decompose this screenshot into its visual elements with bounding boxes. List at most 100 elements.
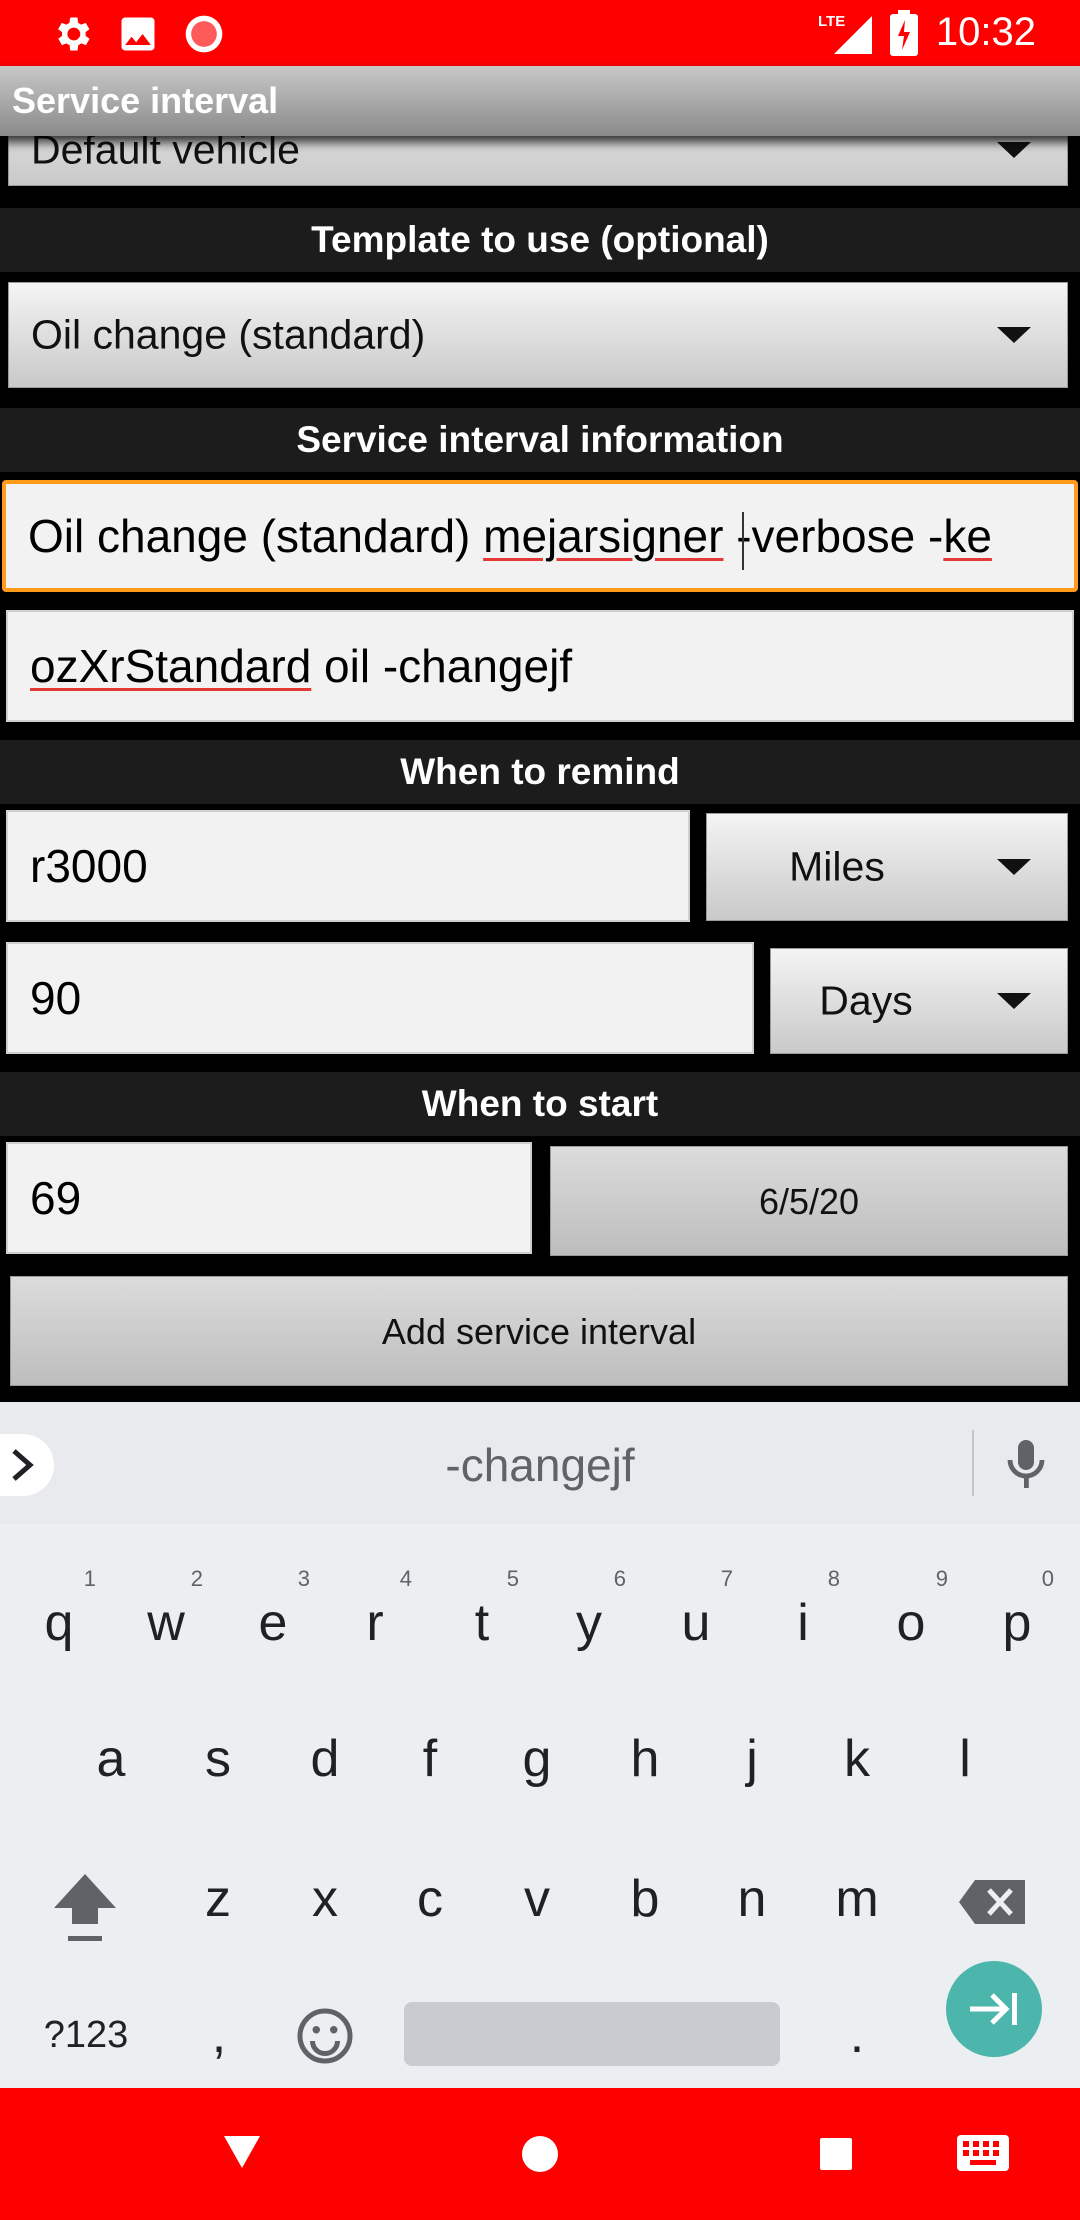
key-z[interactable]: z <box>173 1844 263 1954</box>
key-n[interactable]: n <box>707 1844 797 1954</box>
key-p[interactable]: p0 <box>972 1566 1062 1678</box>
key-label: t <box>474 1594 490 1652</box>
shift-key[interactable] <box>40 1844 130 1954</box>
navigation-bar <box>0 2088 1080 2220</box>
key-h[interactable]: h <box>600 1704 690 1814</box>
time-unit-spinner[interactable]: Days <box>770 948 1068 1054</box>
soft-keyboard: -changejf q1 w2 e3 r4 t5 y6 u7 i8 o9 p0 … <box>0 1402 1080 2088</box>
space-bar[interactable] <box>404 2002 780 2066</box>
app-bar: Service interval <box>0 66 1080 136</box>
form-content[interactable]: Default vehicle Template to use (optiona… <box>0 136 1080 1402</box>
key-hint: 4 <box>399 1566 412 1591</box>
emoji-smiley-icon <box>297 2008 353 2064</box>
suggestion-strip: -changejf <box>0 1402 1080 1524</box>
service-description-text: ozXrStandard oil -changejf <box>30 639 572 693</box>
recents-square-icon[interactable] <box>818 2136 854 2177</box>
key-hint: 6 <box>613 1566 626 1591</box>
key-label: q <box>44 1594 74 1652</box>
microphone-icon[interactable] <box>1002 1436 1050 1497</box>
key-l[interactable]: l <box>920 1704 1010 1814</box>
suggestion-word[interactable]: -changejf <box>0 1438 1080 1492</box>
misspelled-word: ke <box>943 510 992 562</box>
backspace-icon <box>959 1880 1025 1924</box>
emoji-key[interactable] <box>280 1980 370 2090</box>
key-y[interactable]: y6 <box>544 1566 634 1678</box>
key-hint: 3 <box>297 1566 310 1591</box>
key-hint: 9 <box>935 1566 948 1591</box>
enter-key[interactable] <box>946 1961 1042 2057</box>
service-name-part: -verbose - <box>723 510 944 562</box>
template-spinner[interactable]: Oil change (standard) <box>8 282 1068 388</box>
page-title: Service interval <box>12 80 279 121</box>
key-a[interactable]: a <box>66 1704 156 1814</box>
start-date-button[interactable]: 6/5/20 <box>550 1146 1068 1256</box>
image-icon <box>116 12 160 61</box>
start-odometer-input[interactable]: 69 <box>6 1142 532 1254</box>
key-hint: 1 <box>83 1566 96 1591</box>
text-cursor <box>742 512 744 570</box>
chevron-down-icon <box>997 327 1031 343</box>
key-k[interactable]: k <box>812 1704 902 1814</box>
key-v[interactable]: v <box>492 1844 582 1954</box>
key-e[interactable]: e3 <box>228 1566 318 1678</box>
home-circle-icon[interactable] <box>520 2134 560 2179</box>
key-m[interactable]: m <box>812 1844 902 1954</box>
key-hint: 2 <box>190 1566 203 1591</box>
chevron-down-icon <box>997 859 1031 875</box>
svg-text:LTE: LTE <box>818 13 845 30</box>
suggestion-divider <box>972 1430 974 1496</box>
period-key[interactable]: . <box>812 1980 902 2090</box>
key-q[interactable]: q1 <box>14 1566 104 1678</box>
remind-time-input[interactable]: 90 <box>6 942 754 1054</box>
comma-key[interactable]: , <box>174 1980 264 2090</box>
remind-distance-input[interactable]: r3000 <box>6 810 690 922</box>
key-u[interactable]: u7 <box>651 1566 741 1678</box>
key-t[interactable]: t5 <box>437 1566 527 1678</box>
settings-gear-icon <box>50 12 94 61</box>
lte-signal-icon: LTE <box>818 10 872 61</box>
key-c[interactable]: c <box>385 1844 475 1954</box>
vehicle-spinner[interactable]: Default vehicle <box>8 136 1068 186</box>
service-name-text: Oil change (standard) mejarsigner -verbo… <box>28 509 992 563</box>
key-label: o <box>896 1594 926 1652</box>
key-j[interactable]: j <box>707 1704 797 1814</box>
key-g[interactable]: g <box>492 1704 582 1814</box>
key-d[interactable]: d <box>280 1704 370 1814</box>
key-label: p <box>1002 1594 1032 1652</box>
key-hint: 5 <box>506 1566 519 1591</box>
key-s[interactable]: s <box>173 1704 263 1814</box>
service-name-part: Oil change (standard) <box>28 510 484 562</box>
key-label: w <box>147 1594 185 1652</box>
service-description-part: oil -changejf <box>311 640 573 692</box>
vehicle-spinner-value: Default vehicle <box>31 136 300 173</box>
service-description-input[interactable]: ozXrStandard oil -changejf <box>6 610 1074 722</box>
start-section-heading: When to start <box>0 1072 1080 1136</box>
symbols-key[interactable]: ?123 <box>30 1980 142 2090</box>
info-section-heading: Service interval information <box>0 408 1080 472</box>
key-hint: 0 <box>1041 1566 1054 1591</box>
misspelled-word: ozXrStandard <box>30 640 312 692</box>
service-name-input[interactable]: Oil change (standard) mejarsigner -verbo… <box>2 480 1078 592</box>
key-label: e <box>258 1594 288 1652</box>
keyboard-switch-icon[interactable] <box>956 2134 1010 2177</box>
back-triangle-icon[interactable] <box>222 2134 262 2175</box>
remind-time-value: 90 <box>30 972 82 1024</box>
key-f[interactable]: f <box>385 1704 475 1814</box>
key-x[interactable]: x <box>280 1844 370 1954</box>
key-r[interactable]: r4 <box>330 1566 420 1678</box>
key-w[interactable]: w2 <box>121 1566 211 1678</box>
chevron-down-icon <box>997 993 1031 1009</box>
remind-section-heading: When to remind <box>0 740 1080 804</box>
chevron-down-icon <box>997 141 1031 158</box>
backspace-key[interactable] <box>948 1844 1038 1954</box>
key-o[interactable]: o9 <box>866 1566 956 1678</box>
template-spinner-value: Oil change (standard) <box>31 311 426 358</box>
next-arrow-icon <box>970 1993 1017 2025</box>
key-b[interactable]: b <box>600 1844 690 1954</box>
distance-unit-spinner[interactable]: Miles <box>706 813 1068 921</box>
add-service-interval-button[interactable]: Add service interval <box>10 1276 1068 1386</box>
status-bar: LTE 10:32 <box>0 0 1080 66</box>
key-i[interactable]: i8 <box>758 1566 848 1678</box>
key-label: i <box>797 1594 809 1652</box>
key-label: r <box>366 1594 384 1652</box>
